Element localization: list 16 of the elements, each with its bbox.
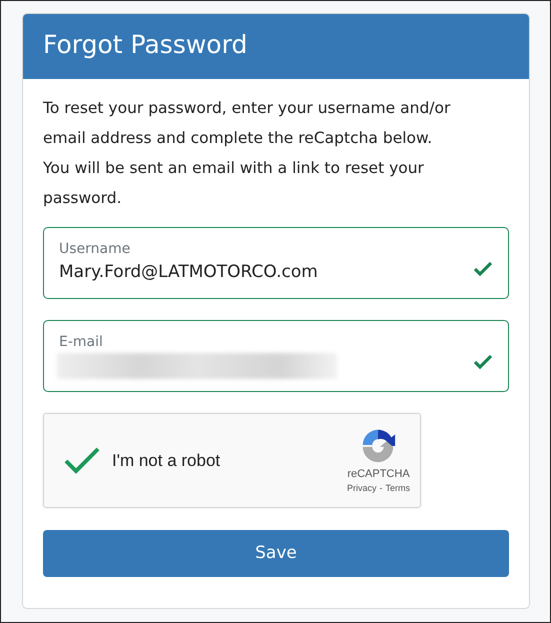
input-field[interactable]: Username Mary.Ford@LATMOTORCO.com — [43, 227, 509, 299]
field-label: E-mail — [59, 333, 104, 351]
field-value: Mary.Ford@LATMOTORCO.com — [59, 261, 319, 284]
instructions-text: To reset your password, enter your username and/or email address and complete the reCaptcha below. You will be sent an email with a link to reset your password. — [43, 98, 452, 209]
save-button[interactable]: Save — [43, 530, 509, 577]
field-label: Username — [59, 240, 132, 258]
captcha-label: I'm not a robot — [112, 450, 222, 472]
input-field[interactable]: E-mail — [43, 320, 509, 392]
recaptcha-brand: reCAPTCHA — [347, 466, 410, 482]
captcha-checkbox[interactable] — [64, 446, 100, 474]
recaptcha-link[interactable]: Privacy — [346, 482, 376, 496]
valid-check-icon — [473, 261, 493, 277]
card-title: Forgot Password — [43, 30, 248, 59]
separator-text: - — [380, 482, 382, 495]
recaptcha-link[interactable]: Terms — [386, 482, 410, 496]
valid-check-icon — [473, 354, 493, 370]
